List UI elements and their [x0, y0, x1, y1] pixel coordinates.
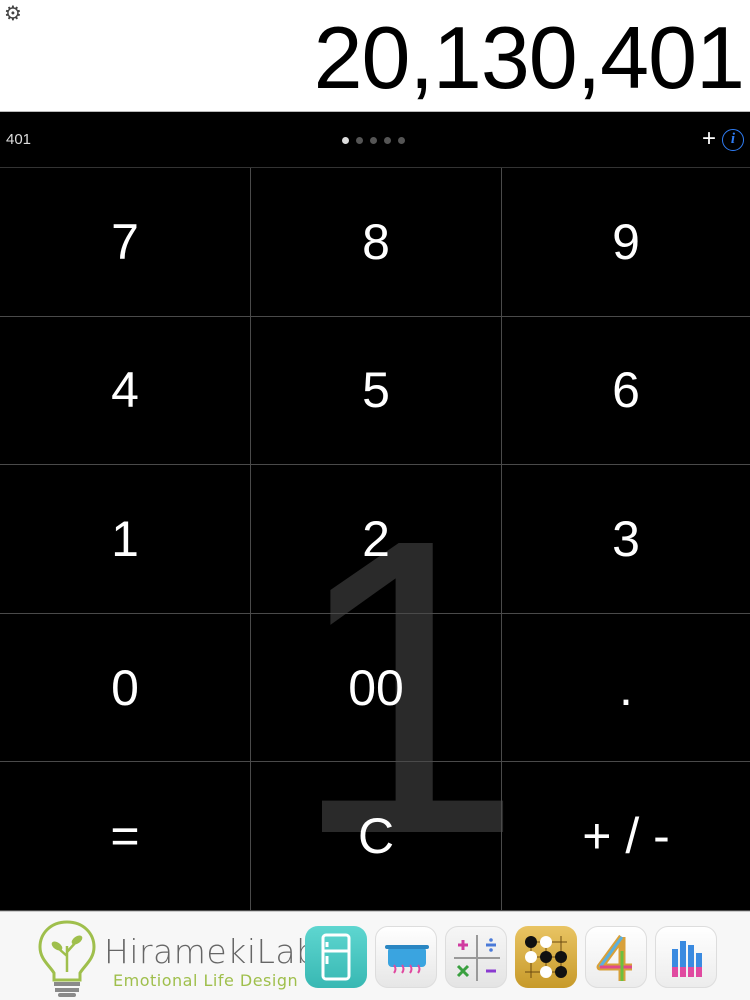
key-00[interactable]: 00 [251, 613, 502, 763]
memory-value: 401 [6, 131, 32, 148]
page-dot[interactable] [384, 137, 391, 144]
display-value: 20,130,401 [313, 8, 745, 107]
key-decimal[interactable]: . [502, 614, 750, 763]
bar-meter-app-icon[interactable] [655, 926, 717, 988]
key-7[interactable]: 7 [0, 168, 251, 317]
key-9[interactable]: 9 [502, 168, 750, 317]
page-indicator[interactable] [342, 137, 405, 145]
page-dot[interactable] [398, 137, 405, 144]
info-icon[interactable]: i [722, 129, 744, 151]
key-8[interactable]: 8 [251, 168, 502, 317]
page-dot[interactable] [356, 137, 363, 144]
math-operators-app-icon[interactable] [445, 926, 507, 988]
page-dot[interactable] [342, 137, 349, 144]
footer-ad-banner[interactable]: HiramekiLab Emotional Life Design [0, 911, 750, 1000]
key-6[interactable]: 6 [502, 317, 750, 466]
page-dot[interactable] [370, 137, 377, 144]
brand-tagline: Emotional Life Design [113, 971, 299, 990]
cooking-pot-app-icon[interactable] [375, 926, 437, 988]
key-3[interactable]: 3 [502, 465, 750, 614]
brand-name: HiramekiLab [104, 932, 318, 971]
key-clear[interactable]: C [251, 762, 502, 911]
keypad: 7 8 9 4 5 6 1 2 3 0 00 . = C + / - 1 [0, 168, 750, 911]
key-5[interactable]: 5 [251, 316, 502, 466]
key-2[interactable]: 2 [251, 465, 502, 614]
refrigerator-app-icon[interactable] [305, 926, 367, 988]
display-panel: ⚙ 20,130,401 [0, 0, 750, 112]
number-four-app-icon[interactable] [585, 926, 647, 988]
go-board-app-icon[interactable] [515, 926, 577, 988]
gear-icon[interactable]: ⚙ [3, 3, 23, 23]
add-button[interactable]: + [702, 124, 716, 154]
key-sign-toggle[interactable]: + / - [502, 762, 750, 911]
key-4[interactable]: 4 [0, 316, 251, 466]
key-0[interactable]: 0 [0, 613, 251, 763]
status-bar: 401 + i [0, 112, 750, 168]
key-equals[interactable]: = [0, 762, 251, 911]
lightbulb-logo-icon [38, 920, 96, 997]
key-1[interactable]: 1 [0, 465, 251, 614]
